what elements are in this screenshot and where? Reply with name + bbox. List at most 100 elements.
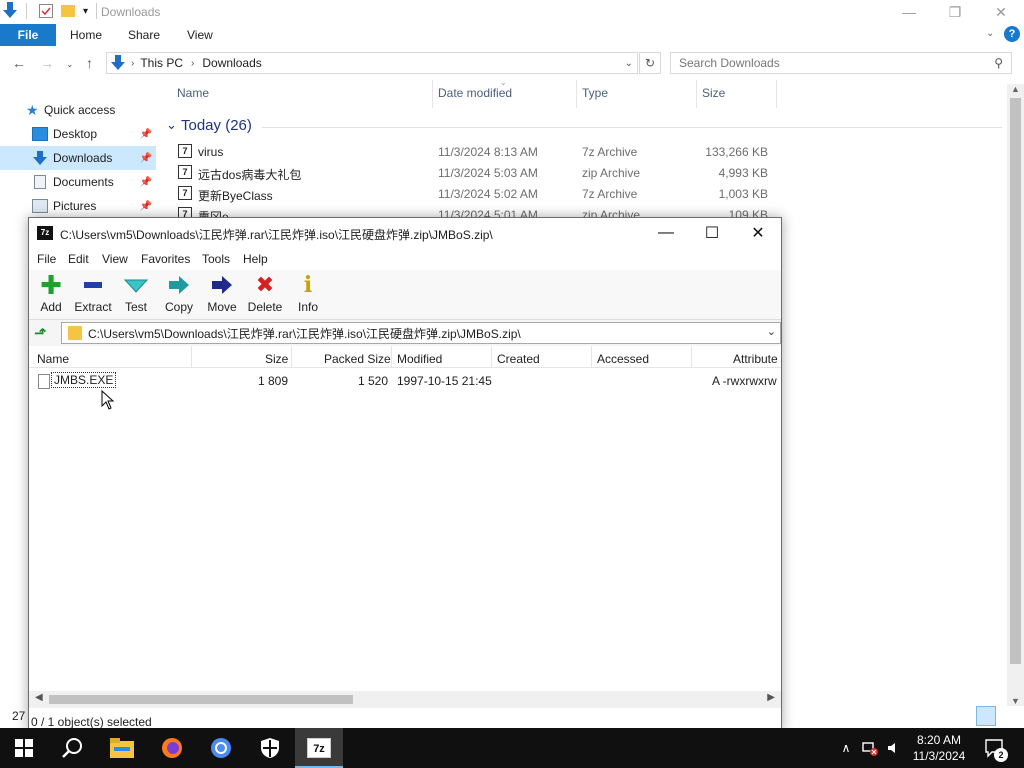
menu-file[interactable]: File [37, 252, 56, 266]
nav-pictures-label: Pictures [53, 199, 97, 213]
nav-downloads[interactable]: Downloads 📌 [0, 146, 156, 170]
explorer-close-button[interactable]: ✕ [978, 0, 1024, 24]
column-header-name[interactable]: Name [177, 86, 209, 100]
explorer-restore-button[interactable]: ❐ [932, 0, 978, 24]
network-status-button[interactable] [858, 728, 882, 768]
info-button[interactable]: i Info [286, 274, 330, 318]
nav-documents[interactable]: Documents 📌 [0, 170, 156, 194]
copy-button[interactable]: Copy [157, 274, 201, 318]
sevenzip-title: C:\Users\vm5\Downloads\江民炸弹.rar\江民炸弹.iso… [60, 228, 493, 242]
search-icon [62, 738, 82, 758]
column-name[interactable]: Name [37, 352, 69, 366]
volume-button[interactable] [884, 728, 904, 768]
menu-favorites[interactable]: Favorites [141, 252, 190, 266]
qat-dropdown-icon[interactable]: ▾ [83, 6, 88, 17]
column-modified[interactable]: Modified [397, 352, 442, 366]
file-type: zip Archive [582, 166, 641, 180]
breadcrumb-this-pc[interactable]: This PC [140, 56, 183, 70]
nav-desktop[interactable]: Desktop 📌 [0, 122, 156, 146]
sevenzip-maximize-button[interactable]: ☐ [689, 218, 735, 248]
show-hidden-icons-button[interactable]: ∧ [836, 728, 856, 768]
path-dropdown-icon[interactable]: ⌄ [767, 325, 776, 338]
search-button[interactable] [48, 728, 96, 768]
explorer-vertical-scrollbar[interactable]: ▲ ▼ [1007, 84, 1024, 706]
menu-help[interactable]: Help [243, 252, 268, 266]
ribbon-tab-view[interactable]: View [187, 28, 213, 42]
move-label: Move [207, 300, 237, 314]
explorer-search-input[interactable]: Search Downloads ⚲ [670, 52, 1012, 74]
group-header-today[interactable]: Today (26) [181, 117, 252, 134]
column-separator [691, 346, 692, 368]
scrollbar-thumb[interactable] [1010, 98, 1021, 664]
ribbon-tab-share[interactable]: Share [128, 28, 160, 42]
sevenzip-taskbar-icon: 7z [307, 738, 331, 758]
sevenzip-path-input[interactable]: C:\Users\vm5\Downloads\江民炸弹.rar\江民炸弹.iso… [61, 322, 781, 344]
nav-pictures[interactable]: Pictures 📌 [0, 194, 156, 218]
taskbar-file-explorer[interactable] [98, 728, 146, 768]
move-button[interactable]: Move [200, 274, 244, 318]
back-arrow-icon[interactable]: ← [12, 55, 26, 71]
help-icon[interactable]: ? [1004, 26, 1020, 42]
up-folder-icon[interactable]: ⬏ [34, 324, 52, 342]
column-header-date[interactable]: Date modified [438, 86, 512, 100]
menu-tools[interactable]: Tools [202, 252, 230, 266]
scroll-left-icon[interactable]: ◀ [35, 692, 43, 703]
menu-view[interactable]: View [102, 252, 128, 266]
sevenzip-file-list[interactable]: Name Size Packed Size Modified Created A… [29, 346, 781, 690]
sevenzip-menubar: File Edit View Favorites Tools Help [29, 248, 781, 270]
address-dropdown-icon[interactable]: ⌄ [625, 58, 633, 69]
add-button[interactable]: ✚ Add [29, 272, 73, 318]
file-name: 远古dos病毒大礼包 [198, 168, 302, 182]
explorer-address-bar[interactable]: › This PC › Downloads ⌄ [106, 52, 638, 74]
column-attributes[interactable]: Attribute [733, 352, 778, 366]
start-button[interactable] [0, 728, 48, 768]
downloads-icon[interactable] [2, 2, 18, 20]
ribbon-tab-home[interactable]: Home [70, 28, 102, 42]
recent-locations-icon[interactable]: ⌄ [66, 59, 74, 70]
row-attributes: A -rwxrwxrw [712, 374, 777, 388]
add-label: Add [40, 300, 62, 314]
breadcrumb-downloads[interactable]: Downloads [202, 56, 261, 70]
forward-arrow-icon[interactable]: → [40, 55, 54, 71]
sevenzip-minimize-button[interactable]: — [643, 218, 689, 248]
sevenzip-close-button[interactable]: ✕ [735, 218, 781, 248]
properties-icon[interactable] [39, 4, 53, 18]
new-folder-icon[interactable] [61, 5, 75, 17]
scroll-right-icon[interactable]: ▶ [767, 692, 775, 703]
refresh-icon[interactable]: ↻ [639, 52, 661, 74]
column-header-size[interactable]: Size [702, 86, 725, 100]
taskbar-7zip[interactable]: 7z [295, 728, 343, 768]
taskbar-clock[interactable]: 8:20 AM 11/3/2024 [904, 732, 974, 764]
column-packed-size[interactable]: Packed Size [324, 352, 391, 366]
group-collapse-icon[interactable]: ⌄ [166, 117, 177, 133]
notification-center-button[interactable]: 2 [980, 728, 1010, 768]
taskbar: 7z ∧ 8:20 AM 11/3/2024 2 [0, 728, 1024, 768]
sevenzip-horizontal-scrollbar[interactable]: ◀ ▶ [29, 691, 781, 708]
taskbar-security[interactable] [246, 728, 294, 768]
column-separator [491, 346, 492, 368]
nav-quick-access[interactable]: ★ Quick access [0, 98, 156, 122]
large-icons-view-icon[interactable] [1000, 706, 1020, 726]
table-row[interactable]: JMBS.EXE 1 809 1 520 1997-10-15 21:45 A … [29, 370, 781, 390]
column-accessed[interactable]: Accessed [597, 352, 649, 366]
file-row[interactable]: 7 更新ByeClass 11/3/2024 5:02 AM 7z Archiv… [176, 183, 776, 204]
test-button[interactable]: Test [114, 274, 158, 318]
menu-edit[interactable]: Edit [68, 252, 89, 266]
scroll-up-icon[interactable]: ▲ [1011, 84, 1020, 94]
scroll-down-icon[interactable]: ▼ [1011, 696, 1020, 706]
extract-button[interactable]: Extract [71, 274, 115, 318]
up-arrow-icon[interactable]: ↑ [86, 55, 93, 71]
ribbon-expand-icon[interactable]: ⌄ [986, 28, 994, 39]
column-header-type[interactable]: Type [582, 86, 608, 100]
taskbar-firefox[interactable] [148, 728, 196, 768]
column-created[interactable]: Created [497, 352, 540, 366]
details-view-icon[interactable] [976, 706, 996, 726]
ribbon-tab-file[interactable]: File [0, 24, 56, 46]
scrollbar-thumb[interactable] [49, 695, 353, 704]
file-row[interactable]: 7 virus 11/3/2024 8:13 AM 7z Archive 133… [176, 141, 776, 162]
column-size[interactable]: Size [265, 352, 288, 366]
file-row[interactable]: 7 远古dos病毒大礼包 11/3/2024 5:03 AM zip Archi… [176, 162, 776, 183]
delete-button[interactable]: ✖ Delete [243, 274, 287, 318]
taskbar-chrome[interactable] [197, 728, 245, 768]
explorer-minimize-button[interactable]: — [886, 0, 932, 24]
